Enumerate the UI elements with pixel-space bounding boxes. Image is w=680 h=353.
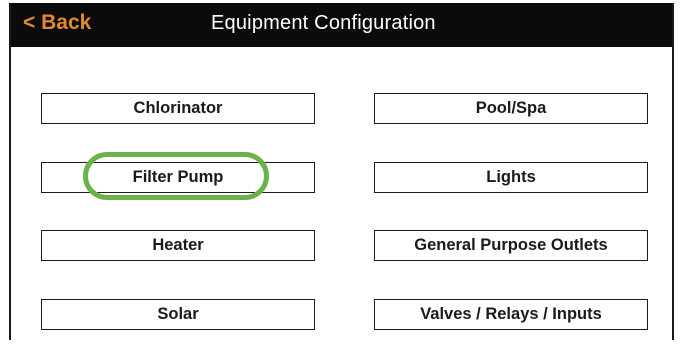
- valves-relays-inputs-button[interactable]: Valves / Relays / Inputs: [374, 299, 648, 330]
- back-button[interactable]: < Back: [23, 11, 91, 35]
- heater-button[interactable]: Heater: [41, 230, 315, 261]
- filter-pump-button[interactable]: Filter Pump: [41, 162, 315, 193]
- title-bar: < Back Equipment Configuration: [11, 3, 672, 47]
- chlorinator-button[interactable]: Chlorinator: [41, 93, 315, 124]
- solar-button[interactable]: Solar: [41, 299, 315, 330]
- lights-button[interactable]: Lights: [374, 162, 648, 193]
- equipment-config-screen: < Back Equipment Configuration Chlorinat…: [9, 3, 674, 340]
- pool-spa-button[interactable]: Pool/Spa: [374, 93, 648, 124]
- general-purpose-outlets-button[interactable]: General Purpose Outlets: [374, 230, 648, 261]
- page-title: Equipment Configuration: [211, 12, 436, 34]
